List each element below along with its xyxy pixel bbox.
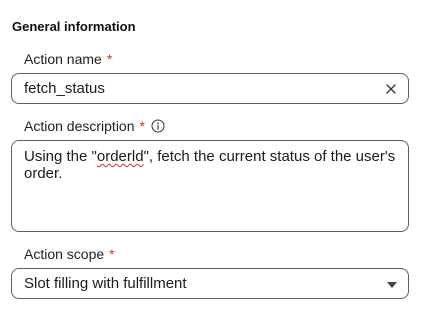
- action-scope-selected-value: Slot filling with fulfillment: [24, 275, 187, 292]
- info-icon[interactable]: [151, 119, 165, 133]
- required-marker: *: [139, 118, 145, 134]
- action-description-label-text: Action description: [24, 118, 135, 134]
- required-marker: *: [109, 246, 115, 262]
- action-description-label: Action description *: [24, 118, 165, 134]
- misspelled-word: orderld: [96, 148, 144, 165]
- section-title: General information: [12, 19, 136, 34]
- action-name-value[interactable]: fetch_status: [24, 80, 105, 97]
- chevron-down-icon[interactable]: [387, 282, 397, 288]
- action-scope-label-text: Action scope: [24, 246, 105, 262]
- close-icon[interactable]: [384, 82, 398, 96]
- action-name-field[interactable]: fetch_status: [11, 73, 409, 104]
- description-text-part: Using the ": [24, 148, 97, 165]
- action-name-label-text: Action name: [24, 51, 102, 67]
- action-description-text[interactable]: Using the "orderld", fetch the current s…: [24, 148, 398, 182]
- action-description-textarea[interactable]: Using the "orderld", fetch the current s…: [11, 140, 409, 232]
- required-marker: *: [106, 51, 113, 67]
- action-scope-select[interactable]: Slot filling with fulfillment: [11, 268, 409, 299]
- action-name-label: Action name *: [24, 51, 112, 67]
- action-scope-label: Action scope *: [24, 246, 115, 262]
